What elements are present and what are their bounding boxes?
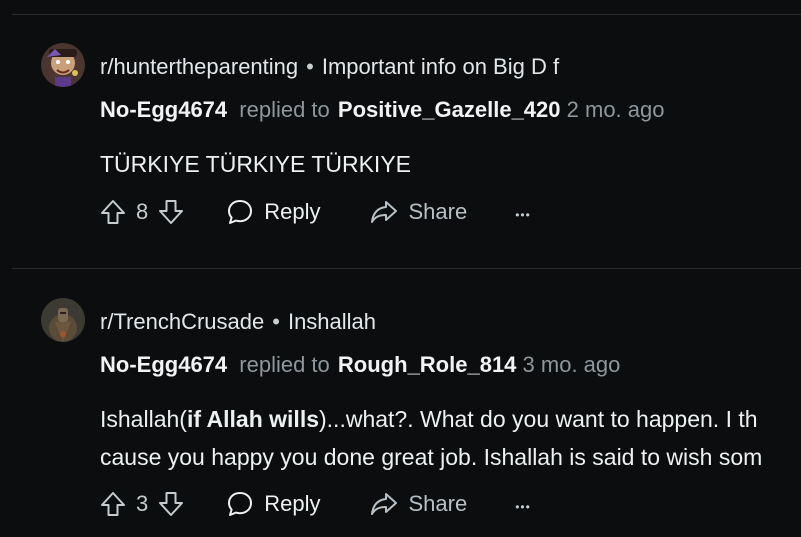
replied-to-user-link[interactable]: Rough_Role_814 bbox=[338, 352, 517, 377]
vote-count: 3 bbox=[136, 491, 149, 516]
reply-button[interactable]: Reply bbox=[226, 490, 321, 518]
subreddit-link[interactable]: r/huntertheparenting bbox=[100, 54, 298, 79]
author-link[interactable]: No-Egg4674 bbox=[100, 97, 227, 122]
reply-label: Reply bbox=[264, 491, 321, 516]
downvote-button[interactable] bbox=[156, 489, 186, 519]
comment-meta: No-Egg4674 replied to Rough_Role_814 3 m… bbox=[100, 352, 620, 378]
downvote-button[interactable] bbox=[156, 197, 186, 227]
body-text-segment: )...what?. What do you want to happen. I… bbox=[319, 406, 758, 432]
comment-body-line: TÜRKIYE TÜRKIYE TÜRKIYE bbox=[100, 151, 411, 177]
author-link[interactable]: No-Egg4674 bbox=[100, 352, 227, 377]
downvote-icon bbox=[159, 200, 184, 224]
share-label: Share bbox=[408, 491, 468, 516]
comment-body: TÜRKIYE TÜRKIYE TÜRKIYE bbox=[100, 145, 411, 183]
subreddit-avatar[interactable] bbox=[41, 43, 85, 87]
top-divider bbox=[12, 14, 801, 15]
downvote-icon bbox=[159, 492, 184, 516]
upvote-button[interactable] bbox=[98, 489, 128, 519]
reply-label: Reply bbox=[264, 199, 321, 224]
comment-bubble-icon bbox=[228, 492, 253, 516]
comment-body-line: Ishallah(if Allah wills)...what?. What d… bbox=[100, 400, 762, 438]
upvote-icon bbox=[101, 200, 125, 224]
more-options-icon: ••• bbox=[515, 208, 531, 222]
comment-age: 2 mo. ago bbox=[566, 97, 665, 122]
replied-to-user-link[interactable]: Positive_Gazelle_420 bbox=[338, 97, 561, 122]
share-button[interactable]: Share bbox=[369, 490, 468, 518]
upvote-button[interactable] bbox=[98, 197, 128, 227]
comment-body: Ishallah(if Allah wills)...what?. What d… bbox=[100, 400, 762, 476]
comment-age: 3 mo. ago bbox=[522, 352, 621, 377]
post-title-link[interactable]: Important info on Big D f bbox=[322, 54, 559, 79]
comment-actions: 8 Reply Share ••• bbox=[98, 194, 531, 230]
more-options-button[interactable]: ••• bbox=[515, 199, 531, 225]
comment-header: r/huntertheparenting • Important info on B… bbox=[100, 54, 559, 80]
body-bold-segment: if Allah wills bbox=[186, 406, 319, 432]
separator-dot: • bbox=[272, 309, 280, 334]
replied-to-label: replied to bbox=[239, 97, 330, 122]
upvote-icon bbox=[101, 492, 125, 516]
body-text-segment: Ishallah( bbox=[100, 406, 187, 432]
separator-dot: • bbox=[306, 54, 314, 79]
avatar-huntertheparenting-icon bbox=[41, 43, 85, 87]
more-options-button[interactable]: ••• bbox=[515, 491, 531, 517]
post-title-link[interactable]: Inshallah bbox=[288, 309, 376, 334]
comment-divider bbox=[12, 268, 801, 269]
avatar-trenchcrusade-icon bbox=[41, 298, 85, 342]
share-arrow-icon bbox=[370, 201, 397, 223]
more-options-icon: ••• bbox=[515, 500, 531, 514]
subreddit-avatar[interactable] bbox=[41, 298, 85, 342]
share-button[interactable]: Share bbox=[369, 198, 468, 226]
comment-actions: 3 Reply Share ••• bbox=[98, 486, 531, 522]
comment-meta: No-Egg4674 replied to Positive_Gazelle_4… bbox=[100, 97, 664, 123]
share-arrow-icon bbox=[370, 493, 397, 515]
share-label: Share bbox=[408, 199, 468, 224]
comment-header: r/TrenchCrusade • Inshallah bbox=[100, 309, 376, 335]
reply-button[interactable]: Reply bbox=[226, 198, 321, 226]
vote-count: 8 bbox=[136, 199, 149, 224]
replied-to-label: replied to bbox=[239, 352, 330, 377]
comment-body-line: cause you happy you done great job. Isha… bbox=[100, 444, 763, 470]
comment-bubble-icon bbox=[228, 200, 253, 224]
subreddit-link[interactable]: r/TrenchCrusade bbox=[100, 309, 264, 334]
